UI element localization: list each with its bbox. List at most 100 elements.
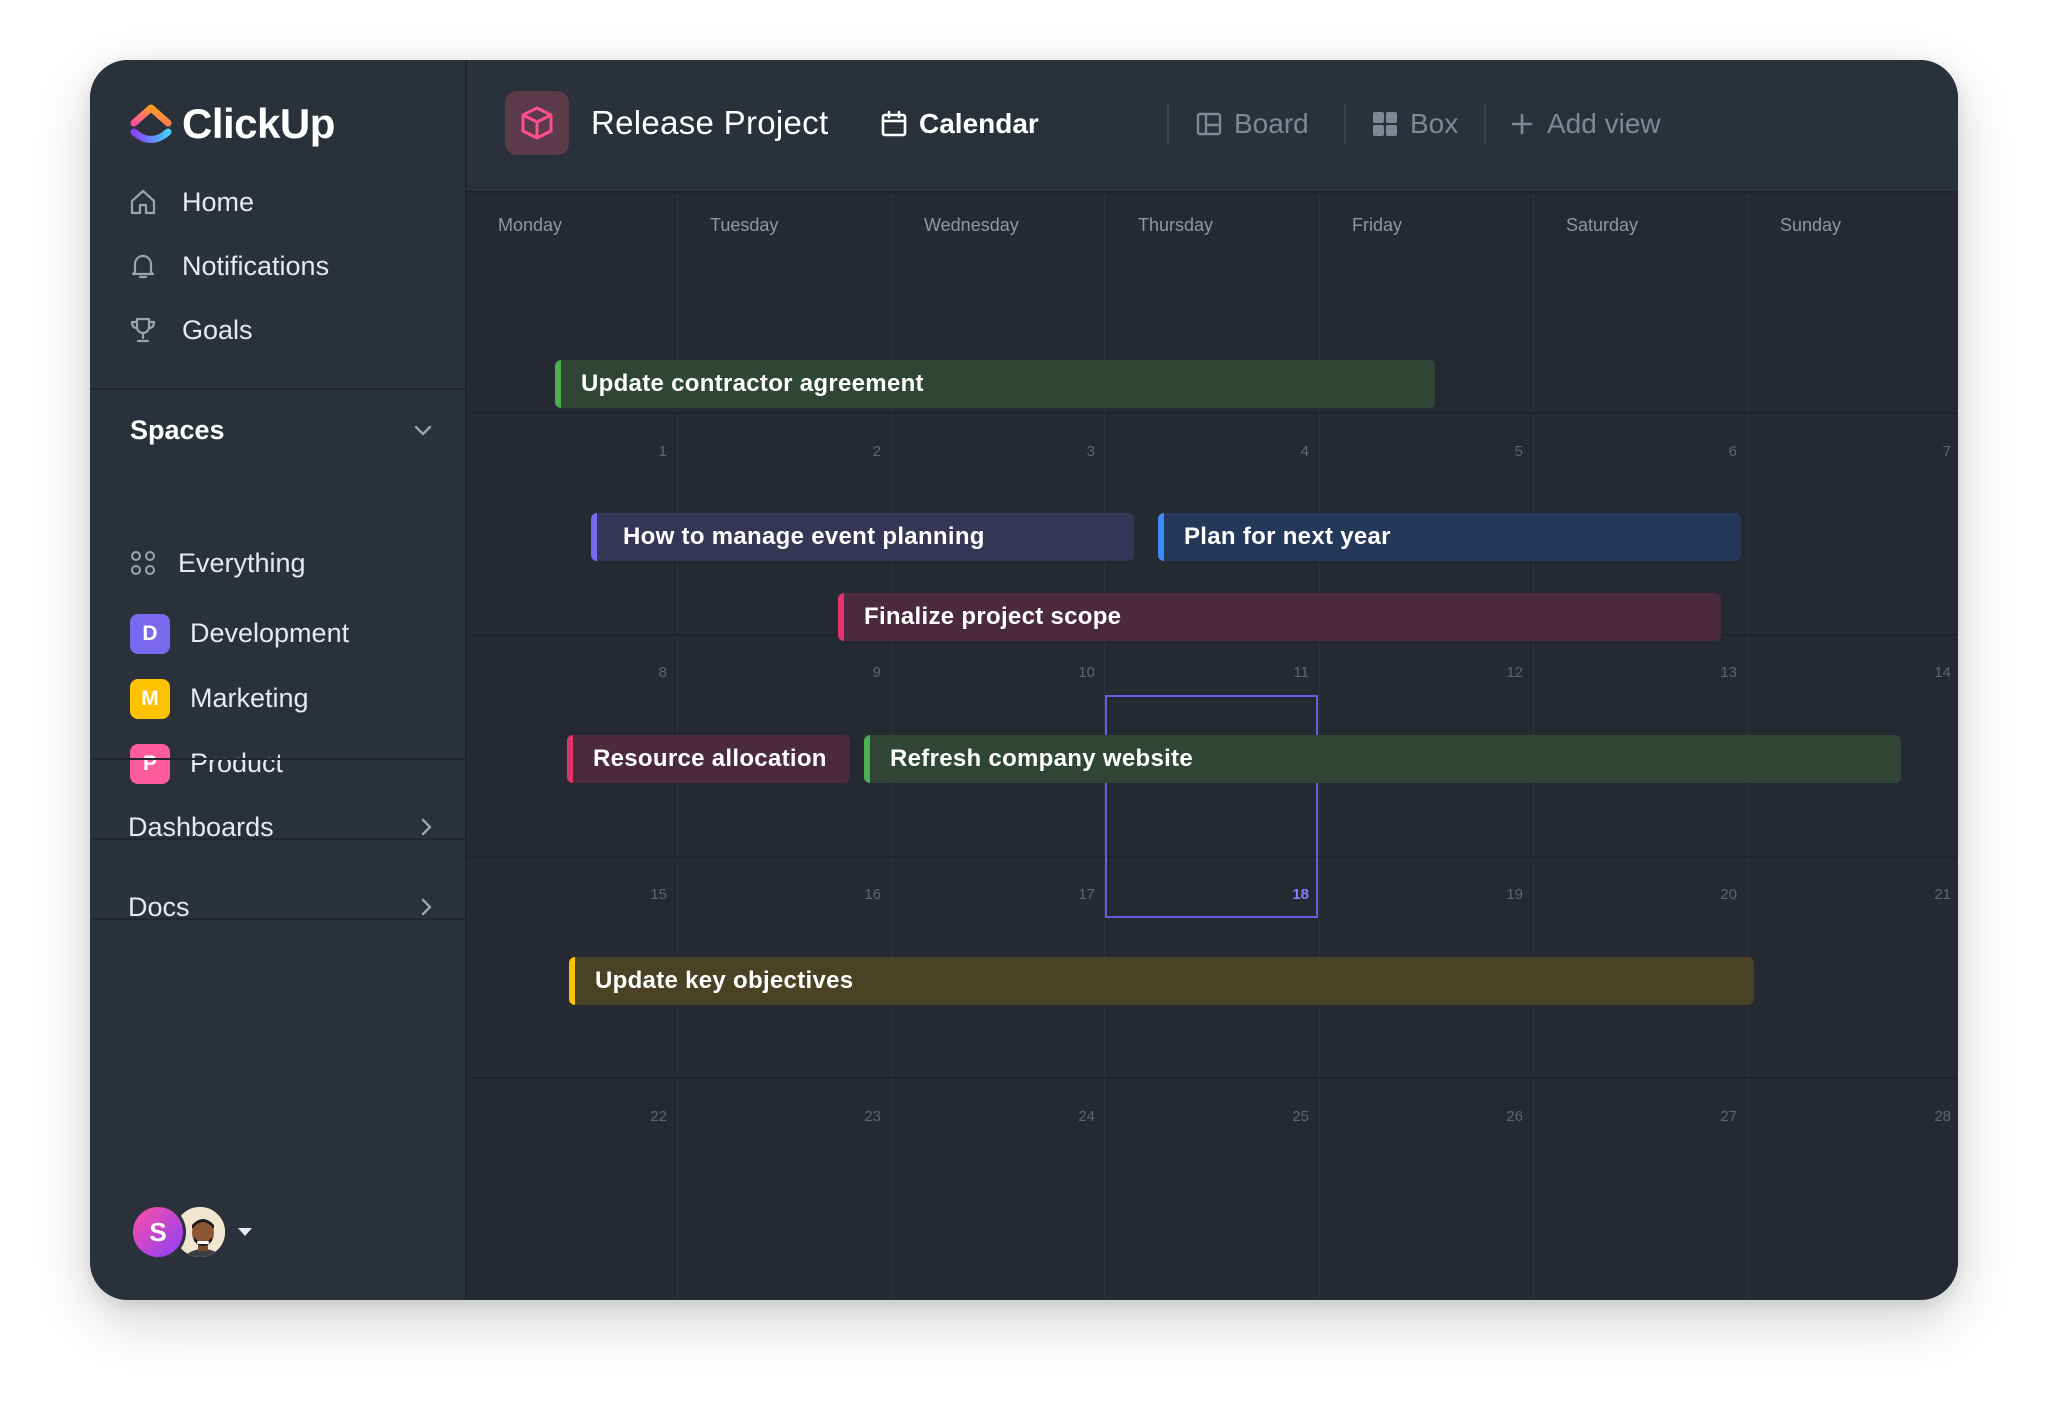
- calendar-icon: [881, 110, 907, 137]
- date-number[interactable]: 8: [627, 664, 667, 681]
- date-number[interactable]: 1: [627, 443, 667, 460]
- dashboards-item[interactable]: Dashboards: [128, 797, 438, 857]
- tab-board[interactable]: Board: [1194, 104, 1309, 144]
- space-badge: P: [130, 743, 170, 784]
- week-divider: [467, 412, 1958, 414]
- bell-icon: [131, 254, 155, 279]
- event-finalize-project-scope[interactable]: Finalize project scope: [838, 593, 1721, 641]
- date-number[interactable]: 14: [1911, 664, 1951, 681]
- nav-notifications[interactable]: Notifications: [128, 234, 438, 298]
- nav-goals-label: Goals: [182, 314, 253, 345]
- spaces-title: Spaces: [130, 414, 225, 445]
- tab-box[interactable]: Box: [1370, 104, 1458, 144]
- caret-down-icon[interactable]: [238, 1228, 252, 1236]
- date-number[interactable]: 28: [1911, 1108, 1951, 1125]
- date-number[interactable]: 3: [1055, 443, 1095, 460]
- event-update-contractor-agreement[interactable]: Update contractor agreement: [555, 360, 1435, 408]
- date-number[interactable]: 22: [627, 1108, 667, 1125]
- week-divider: [467, 1077, 1958, 1079]
- project-title: Release Project: [591, 104, 829, 141]
- date-number[interactable]: 12: [1483, 664, 1523, 681]
- box-grid-icon: [1373, 112, 1397, 136]
- everything-label: Everything: [178, 547, 306, 578]
- cube-icon: [521, 106, 553, 140]
- main-nav: Home Notifications Goals: [128, 170, 438, 362]
- space-item-product[interactable]: P Product: [130, 731, 435, 796]
- event-title: Refresh company website: [890, 745, 1193, 772]
- event-title: Finalize project scope: [864, 603, 1122, 630]
- today-date-number[interactable]: 18: [1269, 886, 1309, 903]
- date-number[interactable]: 27: [1697, 1108, 1737, 1125]
- space-label: Product: [190, 748, 284, 778]
- chevron-right-icon: [421, 818, 432, 836]
- spaces-header[interactable]: Spaces: [130, 405, 435, 455]
- tab-calendar-label: Calendar: [919, 108, 1039, 139]
- trophy-icon: [130, 317, 156, 343]
- today-cell[interactable]: [1105, 695, 1318, 918]
- date-number[interactable]: 23: [841, 1108, 881, 1125]
- day-header: Saturday: [1566, 215, 1639, 235]
- date-number[interactable]: 10: [1055, 664, 1095, 681]
- clickup-logo[interactable]: ClickUp: [130, 98, 335, 150]
- chevron-down-icon[interactable]: [411, 418, 435, 442]
- date-number[interactable]: 5: [1483, 443, 1523, 460]
- event-how-to-manage-event-planning[interactable]: How to manage event planning: [591, 513, 1134, 561]
- date-number[interactable]: 9: [841, 664, 881, 681]
- project-icon[interactable]: [505, 91, 569, 155]
- tab-separator: [1167, 104, 1169, 144]
- event-title: Update key objectives: [595, 967, 854, 994]
- date-number[interactable]: 6: [1697, 443, 1737, 460]
- sidebar-divider: [90, 758, 467, 760]
- date-number[interactable]: 26: [1483, 1108, 1523, 1125]
- date-number[interactable]: 17: [1055, 886, 1095, 903]
- date-number[interactable]: 21: [1911, 886, 1951, 903]
- space-list: D Development M Marketing P Product: [130, 601, 435, 796]
- docs-item[interactable]: Docs: [128, 877, 438, 937]
- day-header: Monday: [498, 215, 563, 235]
- space-badge: D: [130, 613, 170, 654]
- space-everything[interactable]: Everything: [130, 532, 306, 594]
- board-icon: [1196, 112, 1222, 136]
- date-number[interactable]: 16: [841, 886, 881, 903]
- day-header: Friday: [1352, 215, 1403, 235]
- nav-notifications-label: Notifications: [182, 250, 330, 281]
- date-number[interactable]: 4: [1269, 443, 1309, 460]
- day-header: Sunday: [1780, 215, 1842, 235]
- date-number[interactable]: 13: [1697, 664, 1737, 681]
- tab-calendar[interactable]: Calendar: [879, 104, 1039, 144]
- date-number[interactable]: 24: [1055, 1108, 1095, 1125]
- user-avatar[interactable]: S: [130, 1204, 186, 1260]
- tab-separator: [1344, 104, 1346, 144]
- nav-goals[interactable]: Goals: [128, 298, 438, 362]
- event-plan-for-next-year[interactable]: Plan for next year: [1158, 513, 1741, 561]
- date-number[interactable]: 20: [1697, 886, 1737, 903]
- day-header: Wednesday: [924, 215, 1019, 235]
- nav-home[interactable]: Home: [128, 170, 438, 234]
- date-number[interactable]: 11: [1269, 664, 1309, 681]
- add-view-button[interactable]: Add view: [1507, 104, 1661, 144]
- sidebar: ClickUp Home Notifications Goals Spaces …: [90, 60, 467, 1300]
- event-update-key-objectives[interactable]: Update key objectives: [569, 957, 1754, 1005]
- tab-separator: [1484, 104, 1486, 144]
- sidebar-divider: [90, 918, 467, 920]
- project-header: Release Project Calendar Board Box Add v…: [467, 60, 1958, 193]
- date-number[interactable]: 15: [627, 886, 667, 903]
- event-title: Resource allocation: [593, 745, 827, 772]
- clickup-logo-icon: [130, 104, 172, 143]
- date-number[interactable]: 2: [841, 443, 881, 460]
- space-item-marketing[interactable]: M Marketing: [130, 666, 435, 731]
- event-title: How to manage event planning: [623, 523, 985, 550]
- tab-board-label: Board: [1234, 108, 1309, 139]
- date-number[interactable]: 7: [1911, 443, 1951, 460]
- date-number[interactable]: 19: [1483, 886, 1523, 903]
- date-number[interactable]: 25: [1269, 1108, 1309, 1125]
- event-refresh-company-website[interactable]: Refresh company website: [864, 735, 1901, 783]
- space-item-development[interactable]: D Development: [130, 601, 435, 666]
- event-title: Update contractor agreement: [581, 370, 924, 397]
- user-menu[interactable]: S: [130, 1204, 252, 1260]
- event-resource-allocation[interactable]: Resource allocation: [567, 735, 850, 783]
- calendar-grid: Monday Tuesday Wednesday Thursday Friday…: [467, 193, 1958, 1300]
- space-badge: M: [130, 678, 170, 719]
- day-header: Thursday: [1138, 215, 1214, 235]
- day-header: Tuesday: [710, 215, 779, 235]
